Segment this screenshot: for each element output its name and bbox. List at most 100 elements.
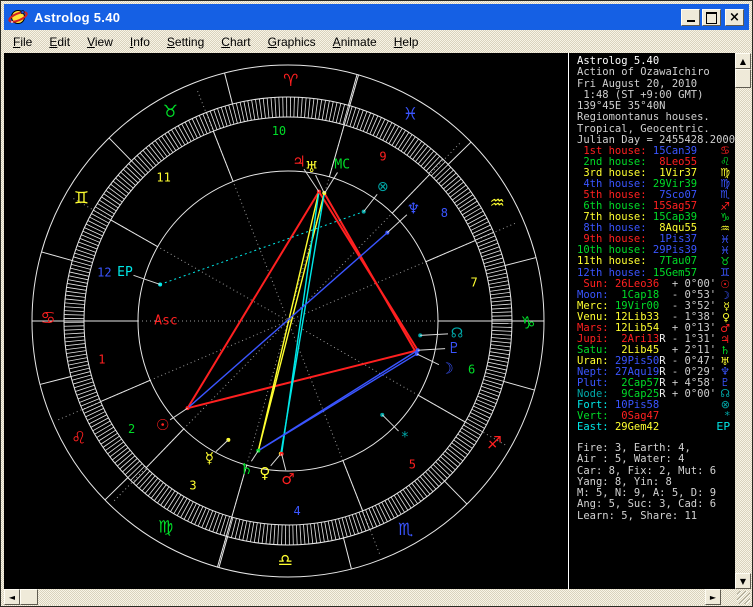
degree-tick xyxy=(281,524,283,545)
degree-tick xyxy=(80,398,100,407)
resize-grip[interactable] xyxy=(721,589,751,605)
degree-tick xyxy=(204,510,214,530)
sign-boundary-line xyxy=(218,536,229,568)
midheaven-glyph: MC xyxy=(334,157,350,172)
house-number-9: 9 xyxy=(379,149,386,163)
degree-tick xyxy=(361,510,370,530)
horizontal-scrollbar[interactable]: ◄ ► xyxy=(4,589,721,605)
menu-item-chart[interactable]: Chart xyxy=(221,35,250,49)
aspect-line xyxy=(186,191,320,409)
degree-tick xyxy=(64,314,85,316)
degree-tick xyxy=(328,101,334,122)
menu-item-view[interactable]: View xyxy=(87,35,113,49)
degree-tick xyxy=(369,115,379,135)
degree-tick xyxy=(320,522,325,543)
pluto-glyph: ♇ xyxy=(447,339,460,357)
degree-tick xyxy=(66,353,87,358)
minimize-button[interactable] xyxy=(681,8,700,26)
degree-tick xyxy=(65,298,86,302)
degree-tick xyxy=(374,505,385,524)
degree-tick xyxy=(273,524,276,545)
degree-tick xyxy=(463,207,482,219)
degree-tick xyxy=(251,99,256,120)
horizontal-scroll-thumb[interactable] xyxy=(20,589,38,605)
house-row: 11th house: 7Tau07 ♉ xyxy=(577,254,730,268)
menu-item-file[interactable]: File xyxy=(13,35,32,49)
degree-tick xyxy=(299,524,302,545)
degree-tick xyxy=(473,228,493,238)
house-number-11: 11 xyxy=(156,170,170,184)
aspect-line xyxy=(257,191,320,451)
degree-tick xyxy=(258,98,263,119)
degree-tick xyxy=(479,242,499,251)
maximize-button[interactable] xyxy=(702,8,721,26)
vertical-scrollbar[interactable]: ▲ ▼ xyxy=(735,53,751,589)
degree-tick xyxy=(246,521,251,542)
vertical-scroll-thumb[interactable] xyxy=(735,69,751,88)
degree-tick xyxy=(491,303,512,306)
degree-tick xyxy=(399,491,412,509)
degree-tick xyxy=(270,97,273,118)
degree-tick xyxy=(491,311,512,314)
menu-item-graphics[interactable]: Graphics xyxy=(268,35,316,49)
sun-pointer-line xyxy=(169,407,188,421)
degree-tick xyxy=(293,97,295,118)
sign-glyph-aries: ♈ xyxy=(283,71,298,91)
degree-tick xyxy=(355,513,363,533)
degree-tick xyxy=(234,519,241,539)
degree-tick xyxy=(181,123,192,142)
sign-glyph-taurus: ♉ xyxy=(163,102,178,122)
degree-tick xyxy=(69,271,90,277)
minimize-icon xyxy=(686,19,695,22)
moon-pointer-line xyxy=(416,353,440,366)
degree-tick xyxy=(473,405,492,415)
scroll-up-button[interactable]: ▲ xyxy=(735,53,751,69)
wheel-line xyxy=(425,239,476,263)
menu-item-setting[interactable]: Setting xyxy=(167,35,204,49)
planet-row: Sun: 26Leo36 + 0°00' ☉ xyxy=(577,277,730,291)
menu-item-help[interactable]: Help xyxy=(394,35,419,49)
scroll-left-button[interactable]: ◄ xyxy=(4,589,20,605)
degree-tick xyxy=(277,524,279,545)
degree-tick xyxy=(465,210,484,222)
degree-tick xyxy=(183,501,194,520)
degree-tick xyxy=(393,495,405,513)
degree-tick xyxy=(381,502,392,521)
moon-glyph: ☽ xyxy=(440,360,453,378)
degree-tick xyxy=(65,290,86,295)
degree-tick xyxy=(491,299,512,303)
house-row: 3rd house: 1Vir37 ♍ xyxy=(577,166,730,180)
menu-item-edit[interactable]: Edit xyxy=(49,35,70,49)
degree-tick xyxy=(384,500,395,519)
close-button[interactable]: × xyxy=(725,8,744,26)
degree-tick xyxy=(85,223,105,234)
degree-tick xyxy=(69,364,89,370)
mars-pointer-line xyxy=(281,453,287,471)
degree-tick xyxy=(64,310,85,312)
arrow-right-icon: ► xyxy=(709,592,717,602)
menu-item-info[interactable]: Info xyxy=(130,35,150,49)
degree-tick xyxy=(382,122,393,141)
sign-glyph-cancer: ♋ xyxy=(40,308,55,328)
sign-glyph-leo: ♌ xyxy=(71,429,86,449)
wheel-line xyxy=(145,428,185,469)
saturn-glyph: ♄ xyxy=(240,460,253,478)
degree-tick xyxy=(198,115,208,134)
degree-tick xyxy=(266,97,270,118)
degree-tick xyxy=(187,503,197,522)
degree-tick xyxy=(82,230,102,240)
degree-tick xyxy=(70,267,90,274)
sign-glyph-gemini: ♊ xyxy=(74,189,89,209)
mercury-glyph: ☿ xyxy=(205,449,214,467)
sign-boundary-line xyxy=(343,537,352,570)
element-summary: Fire: 3, Earth: 4, Air : 5, Water: 4 Car: … xyxy=(577,442,733,522)
degree-tick xyxy=(307,98,311,119)
degree-tick xyxy=(358,512,367,532)
menu-item-animate[interactable]: Animate xyxy=(333,35,377,49)
degree-tick xyxy=(95,206,113,218)
scroll-right-button[interactable]: ► xyxy=(705,589,721,605)
degree-tick xyxy=(101,196,119,209)
scroll-down-button[interactable]: ▼ xyxy=(735,573,751,589)
fortune-glyph: ⊗ xyxy=(377,179,389,195)
degree-tick xyxy=(318,99,323,120)
